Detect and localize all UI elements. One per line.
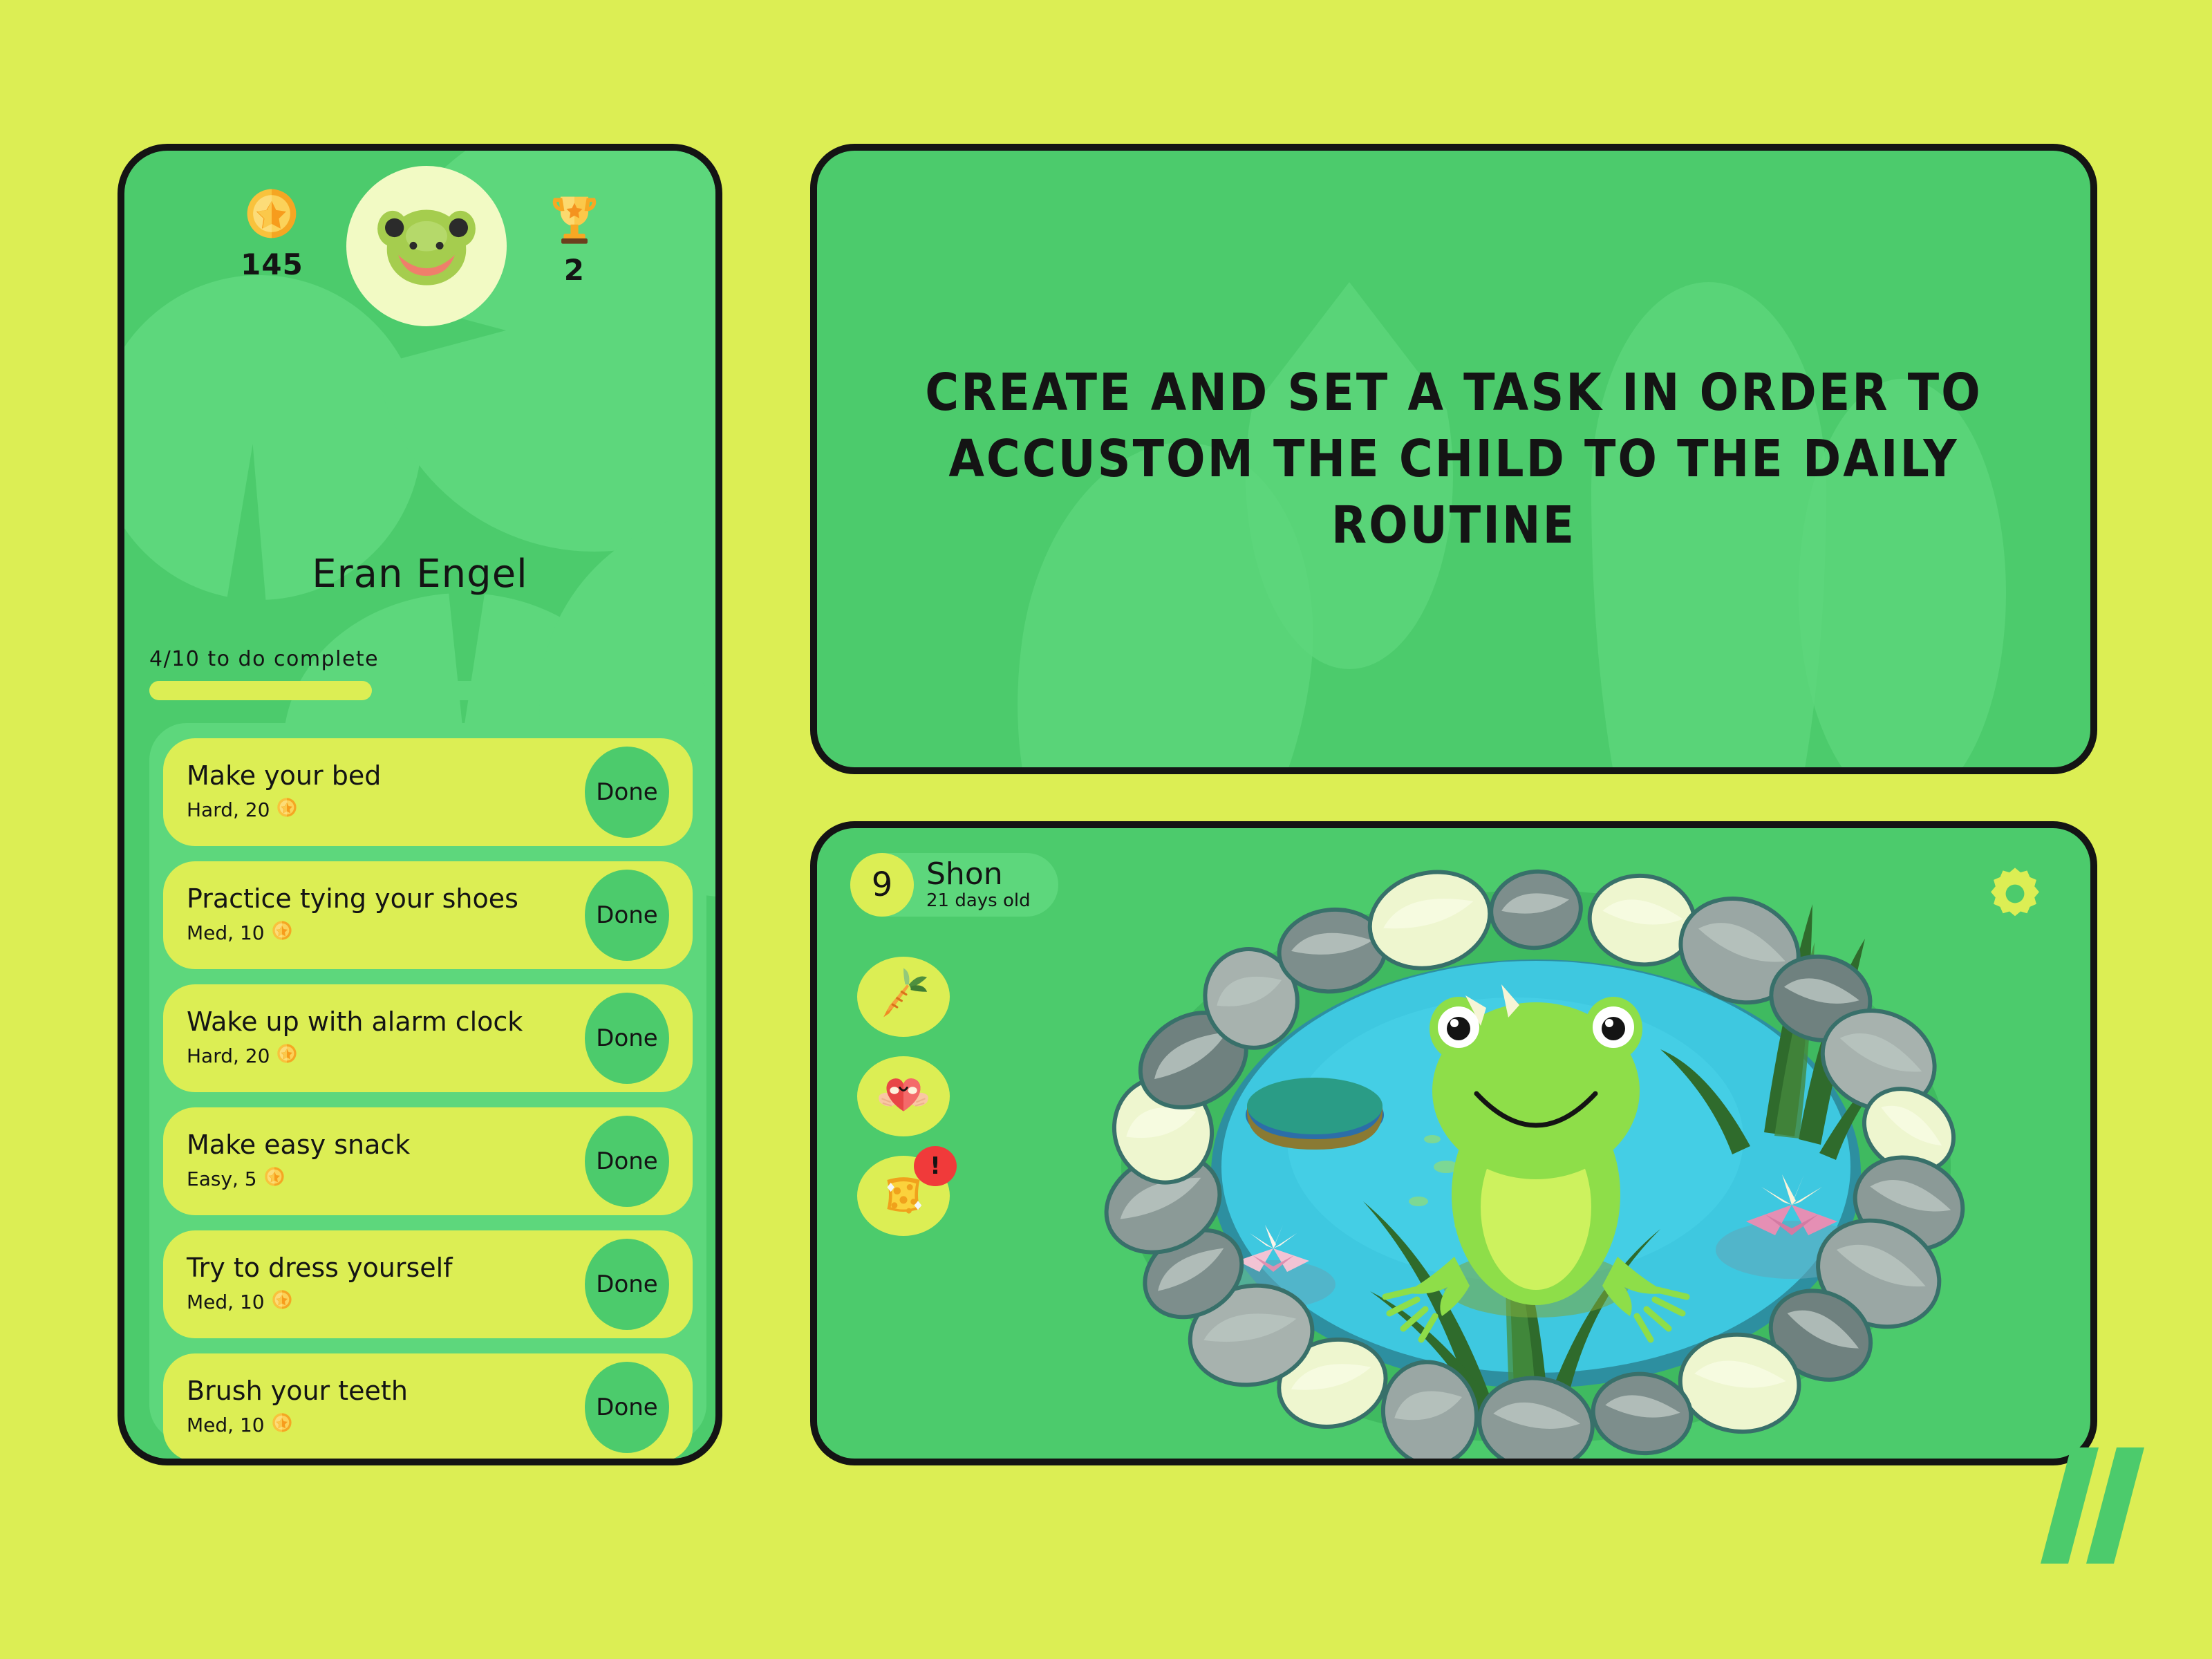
task-difficulty-reward: Hard, 20: [187, 1044, 270, 1068]
love-action-button[interactable]: [857, 1056, 950, 1136]
trophy-icon: [550, 192, 599, 249]
coin-star-icon: [272, 1412, 292, 1438]
frog-avatar-icon: [368, 193, 485, 299]
gear-icon[interactable]: [1985, 864, 2045, 924]
task-title: Make easy snack: [187, 1129, 411, 1160]
page-title: Eran Engel: [312, 552, 528, 597]
coin-star-icon: [276, 1043, 297, 1069]
task-text: Practice tying your shoes Med, 10: [187, 883, 585, 946]
headline-panel: CREATE AND SET A TASK IN ORDER TO ACCUST…: [810, 144, 2097, 774]
task-meta: Med, 10: [187, 920, 585, 946]
trophy-stat: 2: [550, 192, 599, 287]
task-text: Wake up with alarm clock Hard, 20: [187, 1006, 585, 1069]
feed-action-button[interactable]: [857, 957, 950, 1037]
progress-track: [149, 681, 706, 700]
task-meta: Hard, 20: [187, 797, 585, 823]
task-done-button[interactable]: Done: [585, 747, 669, 838]
task-card[interactable]: Wake up with alarm clock Hard, 20 Done: [163, 984, 693, 1092]
task-text: Try to dress yourself Med, 10: [187, 1252, 585, 1315]
task-difficulty-reward: Med, 10: [187, 1414, 265, 1437]
coin-star-icon: [272, 920, 292, 946]
progress-block: 4/10 to do complete: [149, 647, 706, 700]
task-card[interactable]: Make your bed Hard, 20 Done: [163, 738, 693, 846]
pet-age: 21 days old: [926, 890, 1031, 912]
task-card[interactable]: Try to dress yourself Med, 10 Done: [163, 1230, 693, 1338]
progress-label: 4/10 to do complete: [149, 647, 379, 671]
trophy-count: 2: [563, 253, 585, 287]
clean-action-button[interactable]: !: [857, 1146, 957, 1236]
coin-star-icon: [272, 1289, 292, 1315]
coin-star-icon: [264, 1166, 285, 1192]
task-done-button[interactable]: Done: [585, 1116, 669, 1207]
app-canvas: 145 2 Eran Engel 4/10 to do complete Mak…: [0, 0, 2212, 1659]
double-slash-logo: [2041, 1443, 2144, 1568]
coin-stat: 145: [241, 187, 303, 281]
task-text: Brush your teeth Med, 10: [187, 1375, 585, 1438]
task-difficulty-reward: Easy, 5: [187, 1168, 257, 1191]
task-text: Make easy snack Easy, 5: [187, 1129, 585, 1192]
task-list: Make your bed Hard, 20 Done Practice tying …: [149, 723, 706, 1459]
coin-count: 145: [241, 247, 303, 281]
progress-fill: [149, 681, 373, 700]
task-title: Wake up with alarm clock: [187, 1006, 523, 1037]
coin-star-icon: [245, 187, 299, 243]
task-difficulty-reward: Hard, 20: [187, 798, 270, 822]
headline-text: CREATE AND SET A TASK IN ORDER TO ACCUST…: [925, 362, 1983, 556]
pet-name: Shon: [926, 856, 1003, 892]
task-title: Try to dress yourself: [187, 1252, 453, 1283]
task-title: Make your bed: [187, 760, 382, 791]
frog-in-pond-scene: [1087, 842, 1985, 1459]
task-text: Make your bed Hard, 20: [187, 760, 585, 823]
task-meta: Med, 10: [187, 1289, 585, 1315]
carrot-icon: [874, 966, 932, 1027]
pet-badge: 9 Shon 21 days old: [850, 853, 1058, 917]
task-done-button[interactable]: Done: [585, 1239, 669, 1330]
task-done-button[interactable]: Done: [585, 993, 669, 1084]
pet-level-badge: 9: [850, 853, 914, 917]
heart-hands-icon: [874, 1066, 932, 1127]
task-card[interactable]: Brush your teeth Med, 10 Done: [163, 1353, 693, 1459]
avatar[interactable]: [346, 166, 507, 326]
task-difficulty-reward: Med, 10: [187, 921, 265, 945]
pet-meta: Shon 21 days old: [926, 856, 1031, 912]
profile-stats-row: 145 2: [124, 151, 715, 358]
task-meta: Hard, 20: [187, 1043, 585, 1069]
task-done-button[interactable]: Done: [585, 1362, 669, 1453]
pet-action-column: !: [857, 957, 957, 1236]
task-card[interactable]: Make easy snack Easy, 5 Done: [163, 1107, 693, 1215]
task-difficulty-reward: Med, 10: [187, 1291, 265, 1314]
task-done-button[interactable]: Done: [585, 870, 669, 961]
task-card[interactable]: Practice tying your shoes Med, 10 Done: [163, 861, 693, 969]
alert-badge: !: [914, 1146, 957, 1186]
task-title: Practice tying your shoes: [187, 883, 518, 914]
coin-star-icon: [276, 797, 297, 823]
pet-panel: 9 Shon 21 days old !: [810, 821, 2097, 1465]
task-title: Brush your teeth: [187, 1375, 408, 1406]
profile-panel: 145 2 Eran Engel 4/10 to do complete Mak…: [118, 144, 722, 1465]
task-meta: Med, 10: [187, 1412, 585, 1438]
task-meta: Easy, 5: [187, 1166, 585, 1192]
